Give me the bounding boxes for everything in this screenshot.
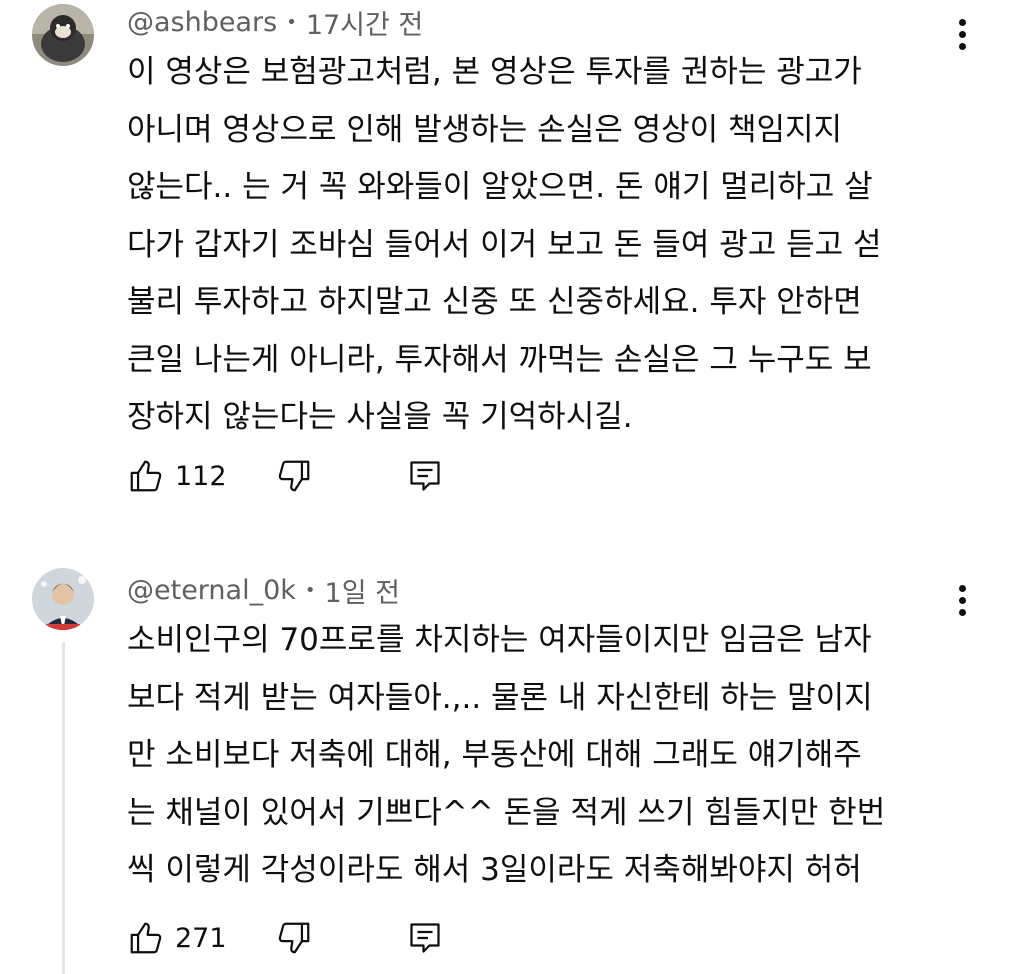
comment-line: 장하지 않는다는 사실을 꼭 기억하시길. — [127, 399, 633, 435]
comment-meta: @ashbears • 17시간 전 — [127, 2, 423, 42]
comment-2: @eternal_0k • 1일 전 소비인구의 70프로를 차지하는 여자들이… — [0, 560, 1024, 974]
avatar[interactable] — [32, 4, 94, 66]
comment-line: 이 영상은 보험광고처럼, 본 영상은 투자를 권하는 광고가 — [127, 54, 862, 90]
thumb-down-icon[interactable] — [275, 457, 313, 495]
comment-actions: 271 — [127, 918, 443, 958]
comment-line: 씩 이렇게 각성이라도 해서 3일이라도 저축해봐야지 허허 — [127, 852, 862, 888]
comment-time[interactable]: 1일 전 — [325, 571, 400, 610]
reply-icon[interactable] — [407, 458, 443, 494]
comment-line: 소비인구의 70프로를 차지하는 여자들이지만 임금은 남자 — [127, 622, 872, 658]
comment-1: @ashbears • 17시간 전 이 영상은 보험광고처럼, 본 영상은 투… — [0, 0, 1024, 520]
reply-button[interactable] — [407, 458, 443, 494]
author-name[interactable]: @ashbears — [127, 7, 277, 38]
dislike-button[interactable] — [275, 457, 313, 495]
author-name[interactable]: @eternal_0k — [127, 575, 296, 606]
dislike-button[interactable] — [275, 919, 313, 957]
like-button[interactable]: 112 — [127, 457, 227, 495]
meta-separator: • — [286, 11, 297, 33]
like-count: 112 — [175, 460, 227, 492]
reply-button[interactable] — [407, 920, 443, 956]
like-count: 271 — [175, 922, 227, 954]
thumb-up-icon[interactable] — [127, 457, 165, 495]
comment-actions: 112 — [127, 456, 443, 496]
comment-time[interactable]: 17시간 전 — [306, 3, 423, 42]
comment-line: 다가 갑자기 조바심 들어서 이거 보고 돈 들여 광고 듣고 섣 — [127, 226, 882, 263]
comment-line: 보다 적게 받는 여자들아.,.. 물론 내 자신한테 하는 말이지 — [127, 679, 873, 716]
comment-text: 소비인구의 70프로를 차지하는 여자들이지만 임금은 남자 보다 적게 받는 … — [127, 612, 957, 900]
thumb-down-icon[interactable] — [275, 919, 313, 957]
comment-line: 아니며 영상으로 인해 발생하는 손실은 영상이 책임지지 — [127, 111, 843, 148]
comment-meta: @eternal_0k • 1일 전 — [127, 570, 400, 610]
comment-line: 만 소비보다 저축에 대해, 부동산에 대해 그래도 얘기해주 — [127, 737, 862, 773]
comment-text: 이 영상은 보험광고처럼, 본 영상은 투자를 권하는 광고가 아니며 영상으로… — [127, 44, 957, 447]
meta-separator: • — [304, 579, 316, 601]
reply-icon[interactable] — [407, 920, 443, 956]
comment-line: 는 채널이 있어서 기쁘다^^ 돈을 적게 쓰기 힘들지만 한번 — [127, 794, 886, 831]
comment-line: 큰일 나는게 아니라, 투자해서 까먹는 손실은 그 누구도 보 — [127, 341, 872, 378]
like-button[interactable]: 271 — [127, 919, 227, 957]
thread-line — [62, 642, 65, 974]
thumb-up-icon[interactable] — [127, 919, 165, 957]
avatar[interactable] — [32, 568, 94, 630]
comment-line: 불리 투자하고 하지말고 신중 또 신중하세요. 투자 안하면 — [127, 284, 862, 320]
comment-line: 않는다.. 는 거 꼭 와와들이 알았으면. 돈 얘기 멀리하고 살 — [127, 169, 873, 205]
